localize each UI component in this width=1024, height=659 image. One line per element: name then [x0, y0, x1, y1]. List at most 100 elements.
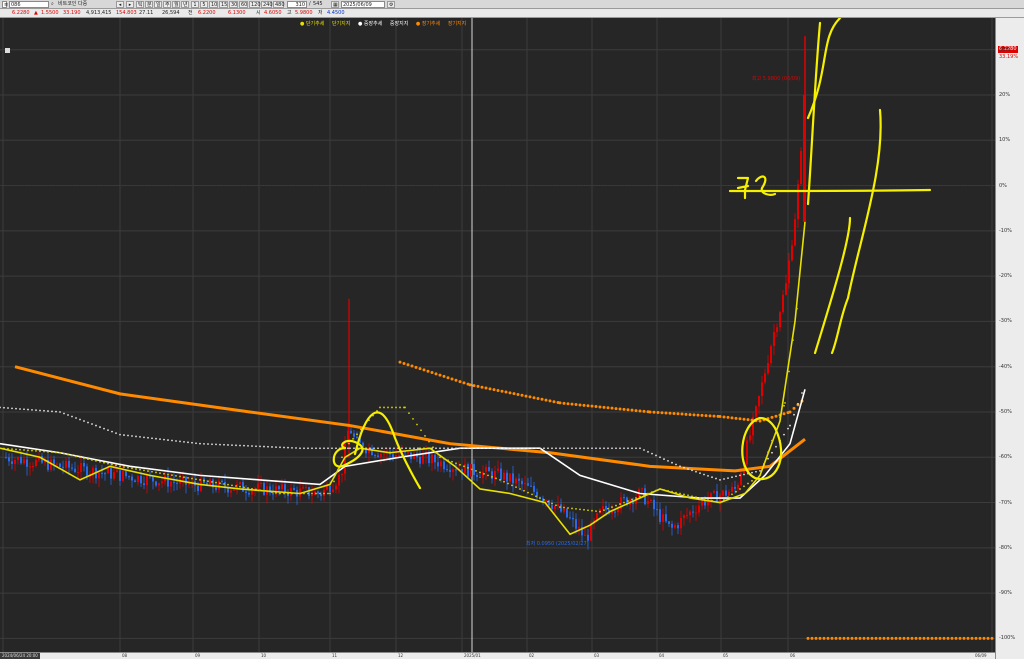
menu-icon[interactable]: ≡ — [2, 1, 8, 8]
short-support-dot — [627, 500, 629, 502]
mid-support-dot — [539, 447, 541, 450]
period-week[interactable]: 주 — [163, 1, 171, 8]
panel-marker-icon[interactable] — [5, 48, 10, 53]
legend-long-support[interactable]: 장기지지 — [448, 21, 469, 27]
mid-support-dot — [151, 437, 153, 440]
short-support-dot — [416, 423, 418, 426]
mid-support-dot — [793, 413, 795, 416]
date-input[interactable]: 2025/06/09 — [341, 1, 385, 8]
candlestick-chart[interactable] — [0, 18, 1024, 659]
short-support-dot — [583, 508, 585, 511]
mid-support-dot — [393, 447, 395, 450]
mid-support-dot — [347, 447, 349, 450]
short-support-dot — [43, 450, 45, 453]
candle-body — [29, 466, 31, 468]
legend-short-support[interactable]: 단기지지 — [332, 21, 353, 27]
candle-body — [152, 476, 154, 482]
period-month[interactable]: 월 — [172, 1, 180, 8]
mid-support-dot — [239, 444, 241, 447]
interval-60[interactable]: 60 — [239, 1, 248, 8]
hand-drawing — [332, 18, 932, 490]
short-support-dot — [356, 433, 358, 436]
period-year[interactable]: 년 — [181, 1, 189, 8]
y-tick-label: -90% — [999, 590, 1012, 597]
mid-support-dot — [389, 447, 391, 450]
candle-body — [674, 525, 676, 528]
candle-body — [14, 459, 16, 464]
long-support-dot — [598, 405, 602, 409]
candle-body — [668, 521, 670, 524]
mid-support-dot — [247, 444, 249, 447]
long-support-dot — [926, 636, 930, 640]
long-support-dot — [922, 636, 926, 640]
mid-support-dot — [413, 447, 415, 450]
legend-short-trend[interactable]: ● 단기추세 — [300, 21, 327, 27]
candle-body — [260, 482, 262, 484]
legend-mid-support[interactable]: 중장지지 — [390, 21, 411, 27]
short-support-dot — [135, 468, 137, 470]
candle-body — [701, 500, 703, 506]
short-support-dot — [571, 507, 573, 510]
candle-body — [665, 514, 667, 522]
short-support-dot — [311, 492, 313, 495]
short-support-dot — [103, 461, 105, 464]
y-axis[interactable]: 6.2280 33.19% 30% 20% 10% 0% -10% -20% -30% -40… — [995, 18, 1024, 659]
long-support-dot — [810, 636, 814, 640]
short-support-dot — [659, 488, 661, 490]
long-support-dot — [484, 386, 488, 390]
interval-30[interactable]: 30 — [229, 1, 238, 8]
long-support-dot — [558, 401, 562, 405]
mid-support-dot — [335, 447, 337, 450]
settings-icon[interactable]: ⚙ — [387, 1, 395, 8]
interval-10[interactable]: 10 — [209, 1, 218, 8]
long-support-dot — [930, 636, 934, 640]
calendar-icon[interactable]: ▦ — [331, 1, 339, 8]
mid-support-dot — [695, 470, 697, 473]
count-input[interactable]: 310 — [287, 1, 307, 8]
interval-15[interactable]: 15 — [219, 1, 228, 8]
candle-body — [440, 461, 442, 467]
short-support-dot — [727, 496, 729, 499]
mid-support-dot — [123, 434, 125, 436]
mid-support-dot — [95, 424, 97, 427]
candle-body — [371, 447, 373, 456]
period-minute[interactable]: 분 — [145, 1, 153, 8]
candle-body — [143, 483, 145, 486]
code-input[interactable]: 086 — [9, 1, 49, 8]
legend-long-trend[interactable]: ● 장기추세 — [416, 21, 443, 27]
candle-body — [104, 473, 106, 475]
long-support-dot — [540, 397, 544, 401]
short-support-dot — [131, 467, 133, 470]
mid-support-dot — [463, 447, 465, 450]
candle-body — [605, 506, 607, 510]
mid-support-dot — [711, 476, 713, 479]
candle-body — [671, 523, 673, 528]
long-support-dot — [606, 406, 610, 410]
interval-1[interactable]: 1 — [191, 1, 199, 8]
period-day[interactable]: 일 — [154, 1, 162, 8]
prev-button[interactable]: ◂ — [116, 1, 124, 8]
period-tick[interactable]: 틱 — [136, 1, 144, 8]
long-support-dot — [406, 363, 410, 367]
x-tick-label: 08 — [122, 653, 128, 658]
chart-area[interactable] — [0, 18, 1024, 659]
next-button[interactable]: ▸ — [126, 1, 134, 8]
interval-120[interactable]: 120 — [249, 1, 261, 8]
interval-5[interactable]: 5 — [200, 1, 208, 8]
x-axis[interactable]: 2024/06/24 20:00 08 09 10 11 12 2025/01 02 03 04… — [0, 652, 995, 659]
candle-body — [209, 479, 211, 486]
candle-body — [569, 517, 571, 519]
short-support-dot — [436, 452, 438, 454]
short-support-dot — [623, 501, 625, 504]
long-support-dot — [660, 411, 664, 415]
total-count: 545 — [313, 1, 323, 7]
long-support-dot — [874, 636, 878, 640]
search-icon[interactable]: ⌕ — [51, 1, 54, 8]
legend-mid-trend[interactable]: ● 중장추세 — [358, 21, 385, 27]
candle-body — [497, 468, 499, 471]
interval-480[interactable]: 480 — [273, 1, 285, 8]
mid-support-dot — [319, 447, 321, 450]
short-support-dot — [735, 490, 737, 493]
long-support-dot — [718, 415, 722, 419]
interval-240[interactable]: 240 — [261, 1, 273, 8]
